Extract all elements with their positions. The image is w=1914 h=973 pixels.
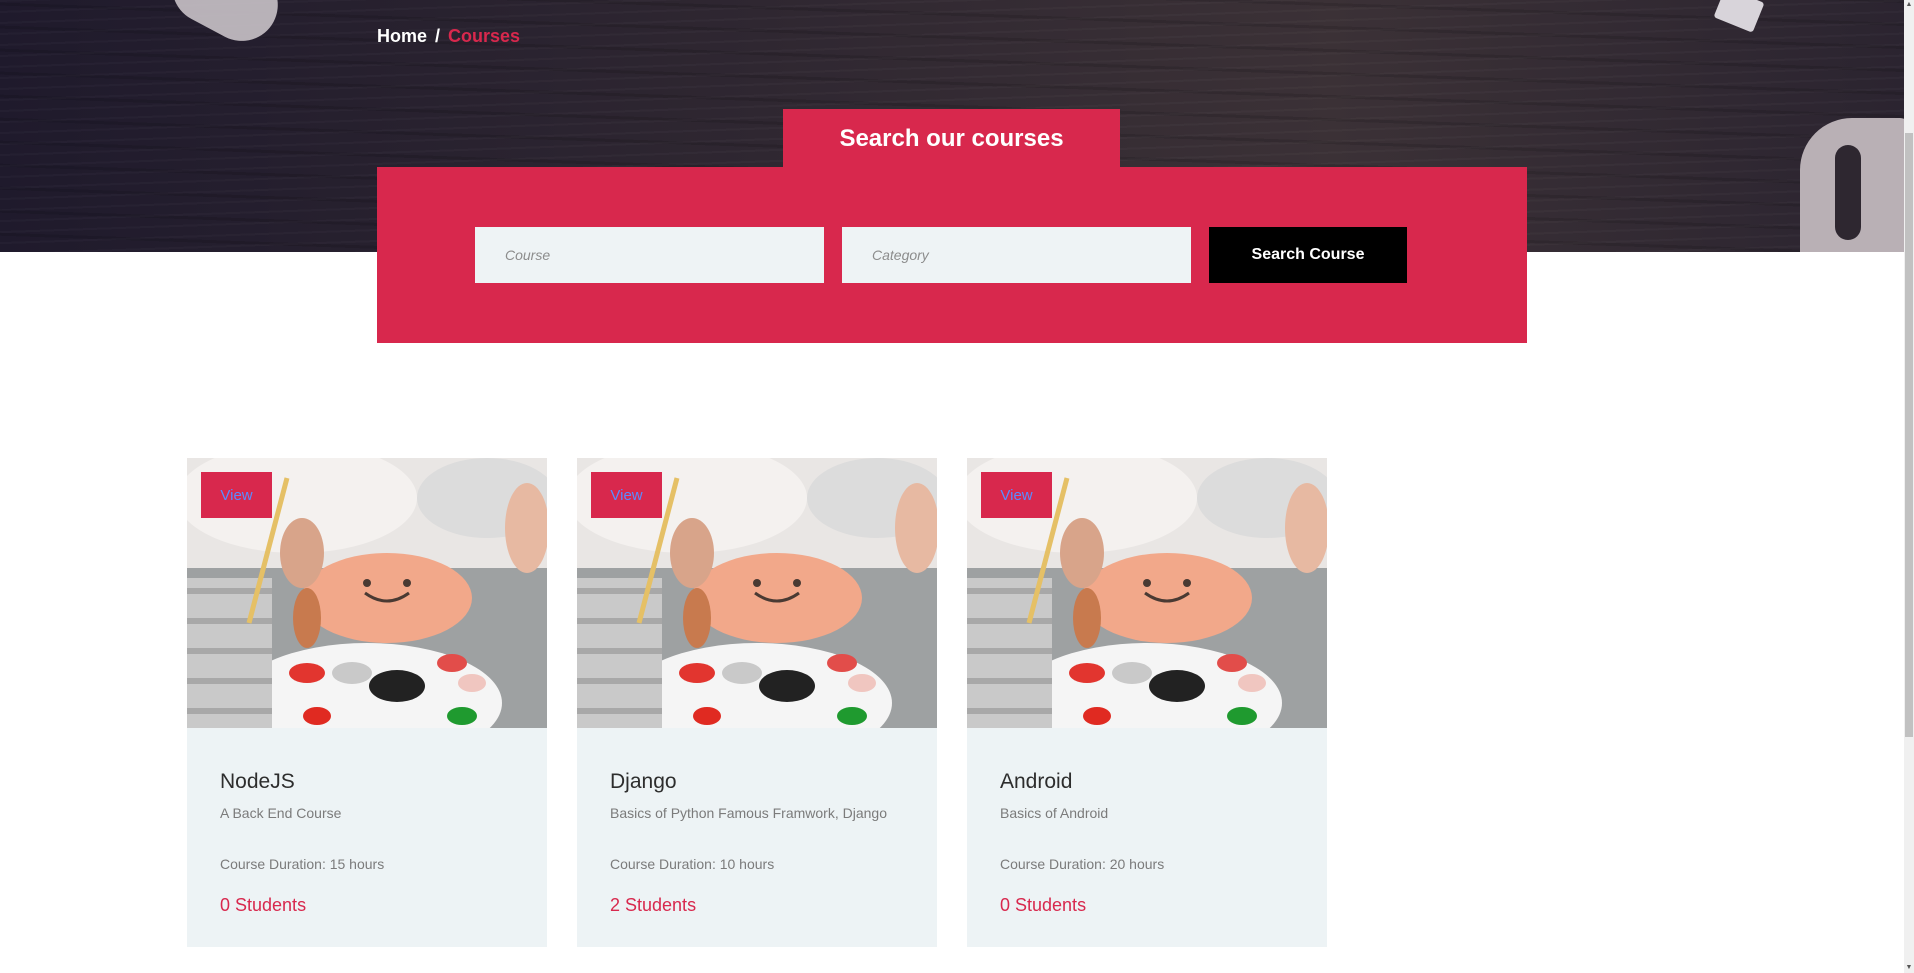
course-card: View Django Basics of Python Famous Fram… bbox=[577, 458, 937, 947]
view-course-button[interactable]: View bbox=[981, 472, 1052, 518]
course-students: 0 Students bbox=[220, 895, 307, 915]
course-description: Basics of Python Famous Framwork, Django bbox=[610, 805, 887, 821]
course-image: View bbox=[967, 458, 1327, 728]
course-card-body: NodeJS A Back End Course Course Duration… bbox=[220, 770, 527, 916]
course-description: A Back End Course bbox=[220, 805, 342, 821]
breadcrumb-separator: / bbox=[435, 26, 441, 46]
course-title[interactable]: Django bbox=[610, 770, 917, 794]
hero-decoration bbox=[159, 0, 291, 54]
breadcrumb-home-link[interactable]: Home bbox=[377, 26, 427, 47]
scrollbar-thumb[interactable] bbox=[1905, 133, 1913, 737]
scroll-down-icon[interactable]: ▼ bbox=[1904, 963, 1914, 973]
course-duration: Course Duration: 10 hours bbox=[610, 856, 775, 872]
course-card: View NodeJS A Back End Course Course Dur… bbox=[187, 458, 547, 947]
course-card-body: Django Basics of Python Famous Framwork,… bbox=[610, 770, 917, 916]
course-students: 2 Students bbox=[610, 895, 697, 915]
hero-decoration bbox=[1835, 145, 1861, 240]
breadcrumb: Home / Courses bbox=[377, 26, 520, 47]
course-duration: Course Duration: 20 hours bbox=[1000, 856, 1165, 872]
category-search-input[interactable] bbox=[842, 227, 1191, 283]
search-course-button[interactable]: Search Course bbox=[1209, 227, 1407, 283]
hero-decoration bbox=[1713, 0, 1765, 33]
course-description: Basics of Android bbox=[1000, 805, 1109, 821]
course-title[interactable]: Android bbox=[1000, 770, 1307, 794]
search-heading: Search our courses bbox=[783, 109, 1120, 169]
course-image: View bbox=[577, 458, 937, 728]
search-panel: Search Course bbox=[377, 167, 1527, 343]
course-image: View bbox=[187, 458, 547, 728]
scroll-up-icon[interactable]: ▲ bbox=[1904, 0, 1914, 10]
course-search-input[interactable] bbox=[475, 227, 824, 283]
course-students: 0 Students bbox=[1000, 895, 1087, 915]
breadcrumb-current: Courses bbox=[448, 26, 521, 46]
view-course-button[interactable]: View bbox=[201, 472, 272, 518]
course-card-body: Android Basics of Android Course Duratio… bbox=[1000, 770, 1307, 916]
course-card: View Android Basics of Android Course Du… bbox=[967, 458, 1327, 947]
course-title[interactable]: NodeJS bbox=[220, 770, 527, 794]
course-duration: Course Duration: 15 hours bbox=[220, 856, 385, 872]
view-course-button[interactable]: View bbox=[591, 472, 662, 518]
